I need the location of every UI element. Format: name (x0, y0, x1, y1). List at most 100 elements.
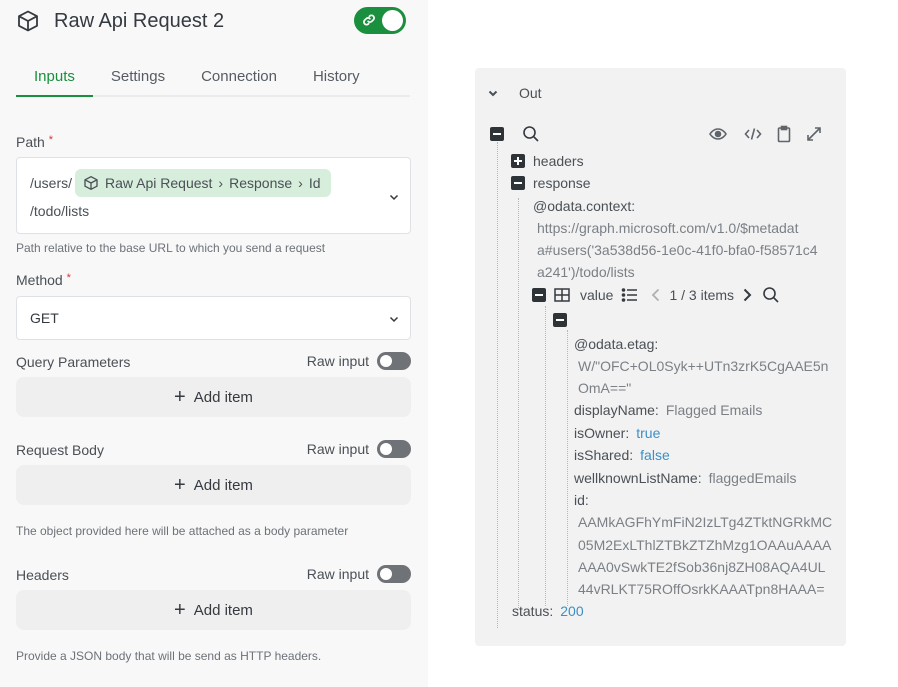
tree-value-line: a#users('3a538d56-1e0c-41f0-bfa0-f58571c… (537, 242, 818, 258)
tree-key: response (533, 175, 591, 191)
query-add-item-button[interactable]: + Add item (16, 377, 411, 417)
chip-separator: › (218, 175, 224, 191)
tree-value-line: W/"OFC+OL0Syk++UTn3zrK5CgAAE5n (578, 358, 829, 374)
method-label-text: Method (16, 272, 63, 288)
tree-key: value (580, 287, 614, 303)
tree-key: displayName: (574, 402, 659, 418)
tree-guide (545, 306, 546, 606)
code-icon[interactable] (744, 125, 762, 143)
tree-value: true (636, 425, 661, 441)
headers-raw-input: Raw input (307, 565, 411, 583)
path-label-text: Path (16, 134, 45, 150)
toggle-knob (380, 355, 392, 367)
expand-icon[interactable] (805, 125, 823, 143)
eye-icon[interactable] (709, 125, 727, 143)
table-icon[interactable] (553, 286, 571, 304)
chip-segment-id: Id (308, 175, 321, 191)
tree-value-line: OmA==" (578, 380, 632, 396)
method-select[interactable]: GET (16, 296, 411, 340)
collapse-icon[interactable] (532, 288, 546, 302)
body-hint: The object provided here will be attache… (16, 524, 349, 538)
tree-guide (567, 330, 568, 606)
tree-root (490, 125, 540, 143)
node-enabled-toggle[interactable] (354, 7, 406, 34)
reference-chip[interactable]: Raw Api Request › Response › Id (75, 169, 331, 197)
tree-value: false (640, 447, 670, 463)
tree-field-isshared: isShared: false (574, 447, 670, 463)
cube-icon (18, 10, 38, 32)
search-icon[interactable] (522, 125, 540, 143)
output-header[interactable]: Out (487, 85, 542, 101)
tab-settings[interactable]: Settings (93, 62, 183, 97)
list-icon[interactable] (621, 286, 639, 304)
tree-key: isShared: (574, 447, 634, 463)
query-params-label: Query Parameters (16, 354, 131, 370)
request-body-label: Request Body (16, 442, 104, 458)
tree-value-line: a241')/todo/lists (537, 264, 635, 280)
tree-value-line: AAMkAGFhYmFiN2IzLTg4ZTktNGRkMC (578, 514, 833, 530)
chevron-down-icon (389, 316, 399, 323)
chevron-right-icon[interactable] (738, 286, 756, 304)
body-add-item-button[interactable]: + Add item (16, 465, 411, 505)
tree-field-wellknown: wellknownListName: flaggedEmails (574, 470, 797, 486)
collapse-icon[interactable] (511, 176, 525, 190)
body-raw-toggle[interactable] (377, 440, 411, 458)
tree-value: 200 (560, 603, 584, 619)
tree-field-isowner: isOwner: true (574, 425, 660, 441)
tab-inputs[interactable]: Inputs (16, 62, 93, 97)
output-panel: Out headers response @odata.context: htt… (475, 68, 846, 646)
collapse-icon[interactable] (490, 127, 504, 141)
path-prefix: /users/ (30, 175, 73, 191)
tree-value-line: https://graph.microsoft.com/v1.0/$metada… (537, 220, 799, 236)
tree-field-displayname: displayName: Flagged Emails (574, 402, 762, 418)
required-mark: * (66, 272, 71, 284)
clipboard-icon[interactable] (775, 125, 793, 143)
path-suffix: /todo/lists (30, 203, 90, 219)
tree-field-status: status: 200 (512, 603, 584, 619)
chevron-down-icon[interactable] (388, 191, 400, 203)
cube-icon (84, 176, 98, 190)
toggle-knob (380, 568, 392, 580)
tree-value: flaggedEmails (708, 470, 797, 486)
tree-value: Flagged Emails (665, 402, 763, 418)
tree-item-0 (553, 313, 567, 327)
tree-key: wellknownListName: (574, 470, 702, 486)
tree-node-response[interactable]: response (511, 175, 591, 191)
headers-raw-toggle[interactable] (377, 565, 411, 583)
path-line-1: /users/ Raw Api Request › Response › Id (30, 169, 331, 197)
pager-text: 1 / 3 items (669, 287, 735, 303)
expand-node-icon[interactable] (511, 154, 525, 168)
chip-separator: › (298, 175, 303, 191)
tree-key: id: (574, 492, 589, 508)
raw-input-label: Raw input (306, 441, 369, 457)
chevron-down-icon[interactable] (487, 87, 499, 99)
tree-value-line: 05M2ExLThlZTBkZTZhMzg1OAAuAAAA (578, 537, 832, 553)
tree-key: status: (512, 603, 554, 619)
query-raw-toggle[interactable] (377, 352, 411, 370)
path-input[interactable]: /users/ Raw Api Request › Response › Id … (16, 157, 411, 234)
headers-hint: Provide a JSON body that will be send as… (16, 649, 322, 663)
add-item-label: Add item (193, 388, 253, 406)
tab-connection[interactable]: Connection (183, 62, 295, 97)
node-config-panel: Raw Api Request 2 Inputs Settings Connec… (0, 0, 428, 687)
plus-icon: + (174, 599, 186, 621)
chevron-left-icon[interactable] (647, 286, 665, 304)
method-label: Method * (16, 272, 71, 288)
plus-icon: + (174, 386, 186, 408)
toggle-knob (382, 10, 403, 31)
tree-key: headers (533, 153, 584, 169)
search-icon[interactable] (762, 286, 780, 304)
headers-add-item-button[interactable]: + Add item (16, 590, 411, 630)
headers-label: Headers (16, 567, 69, 583)
output-title: Out (519, 85, 542, 101)
tab-history[interactable]: History (295, 62, 378, 97)
add-item-label: Add item (193, 601, 253, 619)
body-raw-input: Raw input (307, 440, 411, 458)
path-hint: Path relative to the base URL to which y… (16, 241, 326, 255)
chip-node: Raw Api Request (105, 175, 213, 191)
required-mark: * (48, 134, 53, 146)
tree-value-line: 44vRLKT75ROffOsrkKAAATpn8HAAA= (578, 581, 825, 597)
tree-node-headers[interactable]: headers (511, 153, 584, 169)
collapse-icon[interactable] (553, 313, 567, 327)
tree-key: @odata.context: (533, 198, 636, 214)
